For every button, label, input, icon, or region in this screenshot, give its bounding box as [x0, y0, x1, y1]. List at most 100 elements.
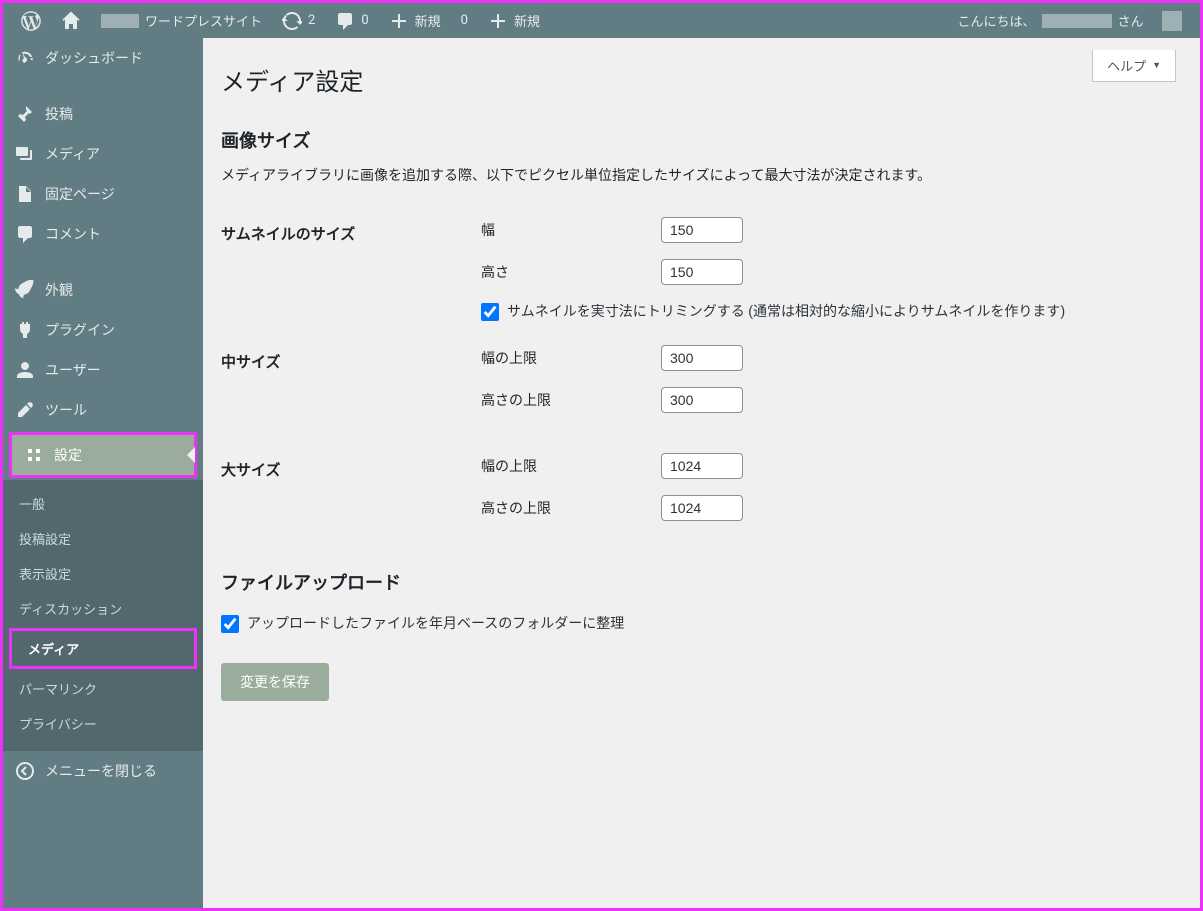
menu-label: 外観: [45, 280, 73, 300]
submenu-permalink[interactable]: パーマリンク: [3, 671, 203, 706]
menu-label: 投稿: [45, 104, 73, 124]
account-link[interactable]: こんにちは、 さん: [948, 3, 1192, 38]
site-name[interactable]: ワードプレスサイト: [91, 3, 272, 38]
highlight-box-media: メディア: [9, 628, 197, 669]
greeting-suffix: さん: [1118, 11, 1144, 30]
updates-count: 2: [308, 13, 315, 28]
help-tab[interactable]: ヘルプ: [1092, 50, 1176, 82]
menu-appearance[interactable]: 外観: [3, 270, 203, 310]
site-name-text: ワードプレスサイト: [145, 11, 262, 30]
pin-icon: [15, 104, 35, 124]
dashboard-icon: [15, 48, 35, 68]
new-link-2[interactable]: 新規: [478, 3, 550, 38]
menu-label: 設定: [54, 445, 82, 465]
thumb-crop-label: サムネイルを実寸法にトリミングする (通常は相対的な縮小によりサムネイルを作りま…: [507, 301, 1065, 321]
updates-link[interactable]: 2: [272, 3, 325, 38]
comments-count: 0: [361, 13, 368, 28]
username-placeholder: [1042, 14, 1112, 28]
collapse-icon: [15, 761, 35, 781]
thumb-size-label: サムネイルのサイズ: [221, 205, 481, 333]
submenu-privacy[interactable]: プライバシー: [3, 706, 203, 741]
current-indicator: [187, 447, 195, 463]
menu-dashboard[interactable]: ダッシュボード: [3, 38, 203, 78]
medium-size-label: 中サイズ: [221, 333, 481, 441]
extra-count: 0: [461, 13, 468, 28]
new-link[interactable]: 新規: [379, 3, 451, 38]
menu-tools[interactable]: ツール: [3, 390, 203, 430]
menu-label: ツール: [45, 400, 87, 420]
upload-organize-label: アップロードしたファイルを年月ベースのフォルダーに整理: [247, 613, 624, 633]
user-icon: [15, 360, 35, 380]
large-size-label: 大サイズ: [221, 441, 481, 549]
wordpress-icon: [21, 11, 41, 31]
menu-label: メニューを閉じる: [45, 761, 157, 781]
thumb-width-input[interactable]: [661, 217, 743, 243]
menu-label: メディア: [45, 144, 100, 164]
form-table: サムネイルのサイズ 幅 高さ サムネイルを実寸法にトリミングする (通常は相対的…: [221, 205, 1176, 549]
wrench-icon: [15, 400, 35, 420]
submenu-writing[interactable]: 投稿設定: [3, 521, 203, 556]
new-label: 新規: [415, 11, 441, 30]
submenu-reading[interactable]: 表示設定: [3, 556, 203, 591]
large-maxh-input[interactable]: [661, 495, 743, 521]
upload-organize-checkbox[interactable]: [221, 615, 239, 633]
save-button[interactable]: 変更を保存: [221, 663, 329, 701]
settings-submenu: 一般 投稿設定 表示設定 ディスカッション メディア パーマリンク プライバシー: [3, 480, 203, 751]
update-icon: [282, 11, 302, 31]
content-area: ヘルプ メディア設定 画像サイズ メディアライブラリに画像を追加する際、以下でピ…: [203, 38, 1200, 908]
menu-posts[interactable]: 投稿: [3, 94, 203, 134]
large-maxw-input[interactable]: [661, 453, 743, 479]
menu-label: コメント: [45, 224, 101, 244]
menu-comments[interactable]: コメント: [3, 214, 203, 254]
plus-icon: [488, 11, 508, 31]
page-title: メディア設定: [221, 50, 1176, 107]
home-icon: [61, 11, 81, 31]
submenu-general[interactable]: 一般: [3, 486, 203, 521]
medium-maxw-label: 幅の上限: [481, 348, 641, 368]
plus-icon: [389, 11, 409, 31]
menu-settings[interactable]: 設定: [12, 435, 194, 475]
plugin-icon: [15, 320, 35, 340]
submenu-media[interactable]: メディア: [12, 631, 194, 666]
admin-menu: ダッシュボード 投稿 メディア 固定ページ コメント 外観 プラグイン ユーザー…: [3, 38, 203, 908]
thumb-height-input[interactable]: [661, 259, 743, 285]
thumb-crop-checkbox[interactable]: [481, 303, 499, 321]
menu-label: プラグイン: [45, 320, 115, 340]
settings-icon: [24, 445, 44, 465]
menu-label: ダッシュボード: [45, 48, 143, 68]
section-file-upload: ファイルアップロード: [221, 569, 1176, 595]
extra-counter[interactable]: 0: [451, 3, 478, 38]
help-label: ヘルプ: [1107, 56, 1146, 75]
large-maxh-label: 高さの上限: [481, 498, 641, 518]
page-icon: [15, 184, 35, 204]
greeting-text: こんにちは、: [958, 11, 1036, 30]
menu-pages[interactable]: 固定ページ: [3, 174, 203, 214]
menu-label: ユーザー: [45, 360, 101, 380]
image-size-description: メディアライブラリに画像を追加する際、以下でピクセル単位指定したサイズによって最…: [221, 165, 1176, 185]
home-link[interactable]: [51, 3, 91, 38]
wp-logo[interactable]: [11, 3, 51, 38]
comments-link[interactable]: 0: [325, 3, 378, 38]
menu-collapse[interactable]: メニューを閉じる: [3, 751, 203, 791]
large-maxw-label: 幅の上限: [481, 456, 641, 476]
site-icon-placeholder: [101, 14, 139, 28]
admin-bar: ワードプレスサイト 2 0 新規 0 新規 こんにちは、 さん: [3, 3, 1200, 38]
new-label-2: 新規: [514, 11, 540, 30]
avatar: [1162, 11, 1182, 31]
section-image-sizes: 画像サイズ: [221, 127, 1176, 153]
thumb-width-label: 幅: [481, 220, 641, 240]
medium-maxh-label: 高さの上限: [481, 390, 641, 410]
submenu-discussion[interactable]: ディスカッション: [3, 591, 203, 626]
brush-icon: [15, 280, 35, 300]
highlight-box-settings: 設定: [9, 432, 197, 478]
comment-icon: [15, 224, 35, 244]
menu-media[interactable]: メディア: [3, 134, 203, 174]
menu-plugins[interactable]: プラグイン: [3, 310, 203, 350]
medium-maxw-input[interactable]: [661, 345, 743, 371]
media-icon: [15, 144, 35, 164]
menu-label: 固定ページ: [45, 184, 115, 204]
menu-users[interactable]: ユーザー: [3, 350, 203, 390]
medium-maxh-input[interactable]: [661, 387, 743, 413]
comment-icon: [335, 11, 355, 31]
thumb-height-label: 高さ: [481, 262, 641, 282]
